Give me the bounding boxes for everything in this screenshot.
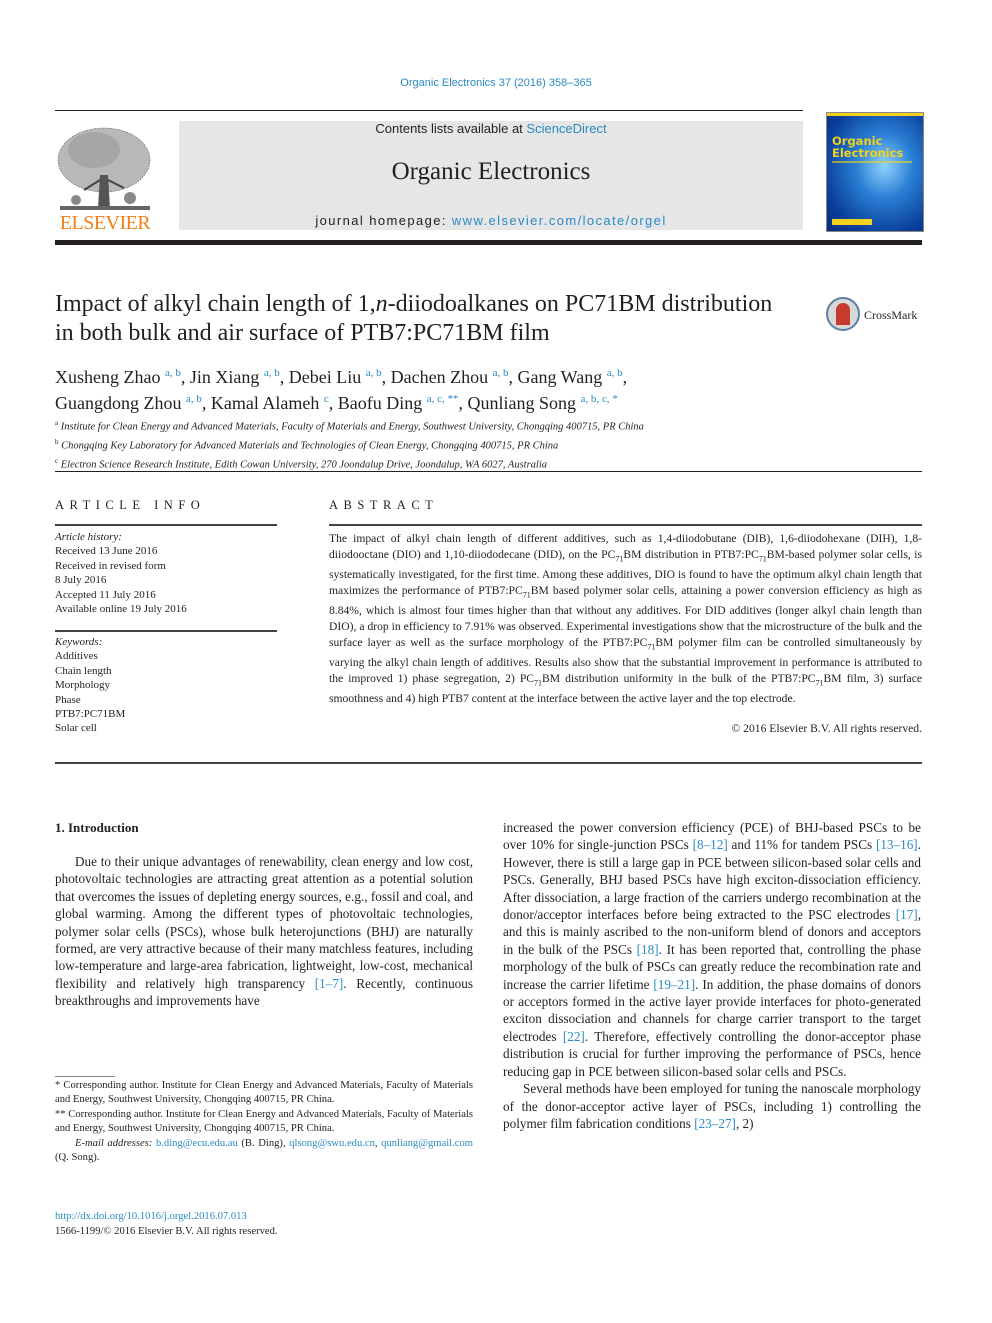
history-item: 8 July 2016 <box>55 574 107 587</box>
homepage-line: journal homepage: www.elsevier.com/locat… <box>179 213 803 228</box>
article-info-heading: ARTICLE INFO <box>55 498 206 512</box>
affiliations: a Institute for Clean Energy and Advance… <box>55 416 815 473</box>
keywords-label: Keywords: <box>55 636 103 648</box>
crossmark-bookmark-icon <box>836 303 850 325</box>
keywords: Keywords: Additives Chain length Morphol… <box>55 635 285 736</box>
author[interactable]: Baofu Ding a, c, ** <box>338 393 459 413</box>
email-link[interactable]: qlsong@swu.edu.cn <box>289 1138 375 1149</box>
doi-link[interactable]: http://dx.doi.org/10.1016/j.orgel.2016.0… <box>55 1211 247 1222</box>
footnote-emails: E-mail addresses: b.ding@ecu.edu.au (B. … <box>55 1137 473 1164</box>
keyword: Phase <box>55 693 81 706</box>
author-affiliation-link[interactable]: c <box>324 393 329 405</box>
contents-prefix: Contents lists available at <box>375 121 527 136</box>
author-affiliation-link[interactable]: a, b <box>186 393 202 405</box>
section-heading-introduction: 1. Introduction <box>55 820 139 835</box>
title-part1: Impact of alkyl chain length of 1, <box>55 291 376 317</box>
journal-masthead: Contents lists available at ScienceDirec… <box>179 121 803 230</box>
body-column-right: increased the power conversion efficienc… <box>503 819 921 1132</box>
email-link[interactable]: b.ding@ecu.edu.au <box>156 1138 238 1149</box>
citation-link[interactable]: [17] <box>896 907 918 922</box>
abstract-copyright: © 2016 Elsevier B.V. All rights reserved… <box>731 722 922 735</box>
affiliation: b Chongqing Key Laboratory for Advanced … <box>55 438 559 452</box>
author-affiliation-link[interactable]: a, b <box>165 367 181 379</box>
keyword: Morphology <box>55 679 110 692</box>
crossmark-label: CrossMark <box>864 308 918 322</box>
abstract-rule <box>329 524 922 526</box>
contents-line: Contents lists available at ScienceDirec… <box>179 121 803 136</box>
citation-link[interactable]: [18] <box>637 942 659 957</box>
keywords-rule <box>55 630 277 632</box>
cover-title-line2: Electronics <box>832 146 904 160</box>
front-matter-end-rule <box>55 762 922 764</box>
crossmark-button[interactable]: CrossMark <box>826 297 922 335</box>
history-item: Available online 19 July 2016 <box>55 603 187 616</box>
abstract-heading: ABSTRACT <box>329 498 439 512</box>
header-rule <box>55 110 803 111</box>
cover-top-strip <box>827 113 923 116</box>
author-affiliation-link[interactable]: a, b, c, * <box>581 393 618 405</box>
keyword: Additives <box>55 650 98 663</box>
cover-subtitle-bar <box>832 161 912 163</box>
author[interactable]: Dachen Zhou a, b <box>391 367 509 387</box>
article-info-rule <box>55 524 277 526</box>
history-item: Accepted 11 July 2016 <box>55 588 156 601</box>
author-affiliation-link[interactable]: a, c, ** <box>427 393 459 405</box>
citation-link[interactable]: [13–16] <box>876 837 918 852</box>
cover-bottom-logo <box>832 219 872 225</box>
footnotes: * Corresponding author. Institute for Cl… <box>55 1079 473 1165</box>
author-list: Xusheng Zhao a, b, Jin Xiang a, b, Debei… <box>55 367 628 413</box>
citation-link[interactable]: [8–12] <box>693 837 728 852</box>
author[interactable]: Xusheng Zhao a, b <box>55 367 181 387</box>
author-affiliation-link[interactable]: a, b <box>607 367 623 379</box>
footnote-corresponding-1: * Corresponding author. Institute for Cl… <box>55 1080 473 1106</box>
citation-link[interactable]: [19–21] <box>653 977 695 992</box>
crossmark-icon <box>826 297 860 331</box>
running-head-citation[interactable]: Organic Electronics 37 (2016) 358–365 <box>0 77 992 89</box>
affiliation-rule <box>55 471 922 472</box>
author[interactable]: Guangdong Zhou a, b <box>55 393 202 413</box>
header-thick-rule <box>55 240 922 245</box>
paragraph: increased the power conversion efficienc… <box>503 820 922 1079</box>
article-history: Article history: Received 13 June 2016 R… <box>55 530 285 616</box>
author[interactable]: Qunliang Song a, b, c, * <box>468 393 618 413</box>
citation-link[interactable]: [1–7] <box>315 976 344 991</box>
citation-link[interactable]: [23–27] <box>694 1116 736 1131</box>
author-affiliation-link[interactable]: a, b <box>493 367 509 379</box>
keyword: Solar cell <box>55 722 97 735</box>
journal-cover-thumbnail[interactable]: Organic Electronics <box>826 112 924 232</box>
abstract-text: The impact of alkyl chain length of diff… <box>329 532 922 706</box>
author[interactable]: Kamal Alameh c <box>211 393 329 413</box>
footnote-rule <box>55 1076 115 1077</box>
keyword: PTB7:PC71BM <box>55 708 126 721</box>
cover-title: Organic Electronics <box>832 135 903 159</box>
author-affiliation-link[interactable]: a, b <box>366 367 382 379</box>
footnote-corresponding-2: ** Corresponding author. Institute for C… <box>55 1108 473 1135</box>
paragraph: Several methods have been employed for t… <box>503 1081 921 1131</box>
history-item: Received in revised form <box>55 559 166 572</box>
history-item: Received 13 June 2016 <box>55 545 158 558</box>
elsevier-wordmark[interactable]: ELSEVIER <box>54 212 156 235</box>
affiliation: a Institute for Clean Energy and Advance… <box>55 419 644 433</box>
author[interactable]: Jin Xiang a, b <box>190 367 280 387</box>
author-affiliation-link[interactable]: a, b <box>264 367 280 379</box>
sciencedirect-link[interactable]: ScienceDirect <box>526 121 606 136</box>
history-label: Article history: <box>55 531 122 543</box>
citation-link[interactable]: [22] <box>563 1029 585 1044</box>
keyword: Chain length <box>55 664 112 677</box>
journal-homepage-link[interactable]: www.elsevier.com/locate/orgel <box>452 213 667 228</box>
issn-copyright: 1566-1199/© 2016 Elsevier B.V. All right… <box>55 1226 278 1237</box>
author[interactable]: Debei Liu a, b <box>289 367 382 387</box>
author[interactable]: Gang Wang a, b <box>518 367 623 387</box>
journal-name: Organic Electronics <box>391 158 591 185</box>
article-title: Impact of alkyl chain length of 1,n-diio… <box>55 290 795 348</box>
email-link[interactable]: qunliang@gmail.com <box>381 1138 473 1149</box>
body-column-left: Due to their unique advantages of renewa… <box>55 854 473 1009</box>
homepage-prefix: journal homepage: <box>315 213 452 228</box>
title-italic: n <box>375 291 388 317</box>
